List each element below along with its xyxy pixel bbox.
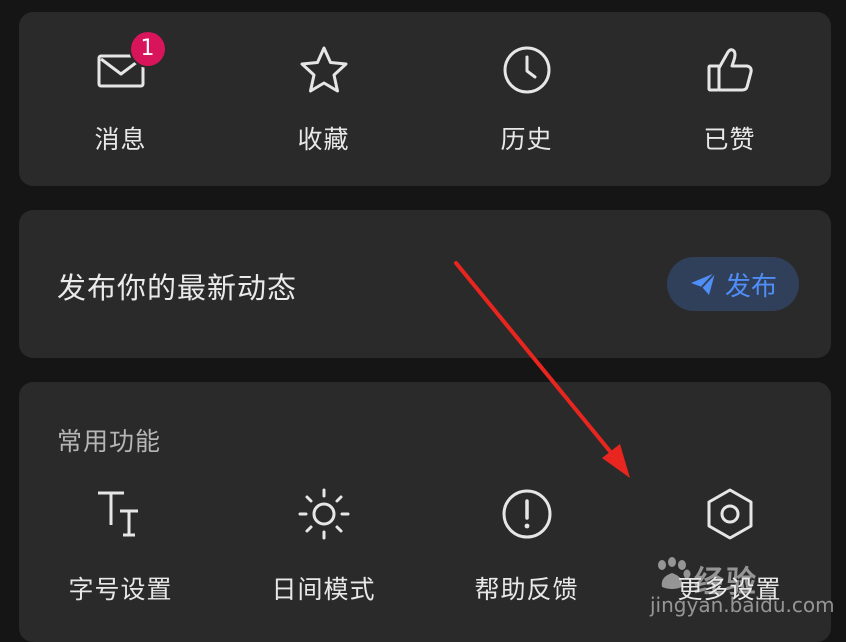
font-size-icon	[97, 491, 138, 537]
more-settings-label: 更多设置	[677, 575, 782, 604]
day-mode-label: 日间模式	[271, 575, 376, 604]
sun-icon	[298, 488, 349, 540]
favorites-button[interactable]: 收藏	[222, 12, 425, 186]
day-mode-button[interactable]: 日间模式	[222, 472, 425, 642]
help-feedback-button[interactable]: 帮助反馈	[425, 472, 628, 642]
common-functions-grid: 字号设置 日间模式 帮助反馈 更多设置	[19, 472, 831, 642]
liked-button[interactable]: 已赞	[628, 12, 831, 186]
messages-button[interactable]: 1 消息	[19, 12, 222, 186]
favorites-label: 收藏	[297, 125, 350, 154]
publish-button[interactable]: 发布	[667, 257, 799, 311]
more-settings-button[interactable]: 更多设置	[628, 472, 831, 642]
exclamation-circle-icon	[502, 489, 551, 539]
paper-plane-icon	[690, 272, 716, 295]
star-icon	[300, 46, 347, 93]
section-title: 常用功能	[57, 427, 162, 456]
publish-label: 发布	[724, 271, 777, 302]
messages-label: 消息	[94, 125, 147, 154]
font-size-setting-button[interactable]: 字号设置	[19, 472, 222, 642]
common-functions-card: 常用功能 字号设置 日间模式 帮助反馈 更多设置	[19, 382, 831, 642]
history-button[interactable]: 历史	[425, 12, 628, 186]
liked-label: 已赞	[703, 125, 756, 154]
quick-actions-grid: 1 消息 收藏 历史 已赞	[19, 12, 831, 186]
quick-actions-card: 1 消息 收藏 历史 已赞	[19, 12, 831, 186]
unread-badge: 1	[130, 32, 165, 66]
help-feedback-label: 帮助反馈	[474, 575, 579, 604]
post-card[interactable]: 发布你的最新动态 发布	[19, 210, 831, 358]
history-label: 历史	[500, 125, 553, 154]
clock-icon	[503, 46, 550, 94]
font-size-label: 字号设置	[68, 575, 173, 604]
post-prompt[interactable]: 发布你的最新动态	[57, 265, 297, 307]
thumbs-up-icon	[707, 48, 753, 92]
hexagon-settings-icon	[707, 488, 752, 540]
